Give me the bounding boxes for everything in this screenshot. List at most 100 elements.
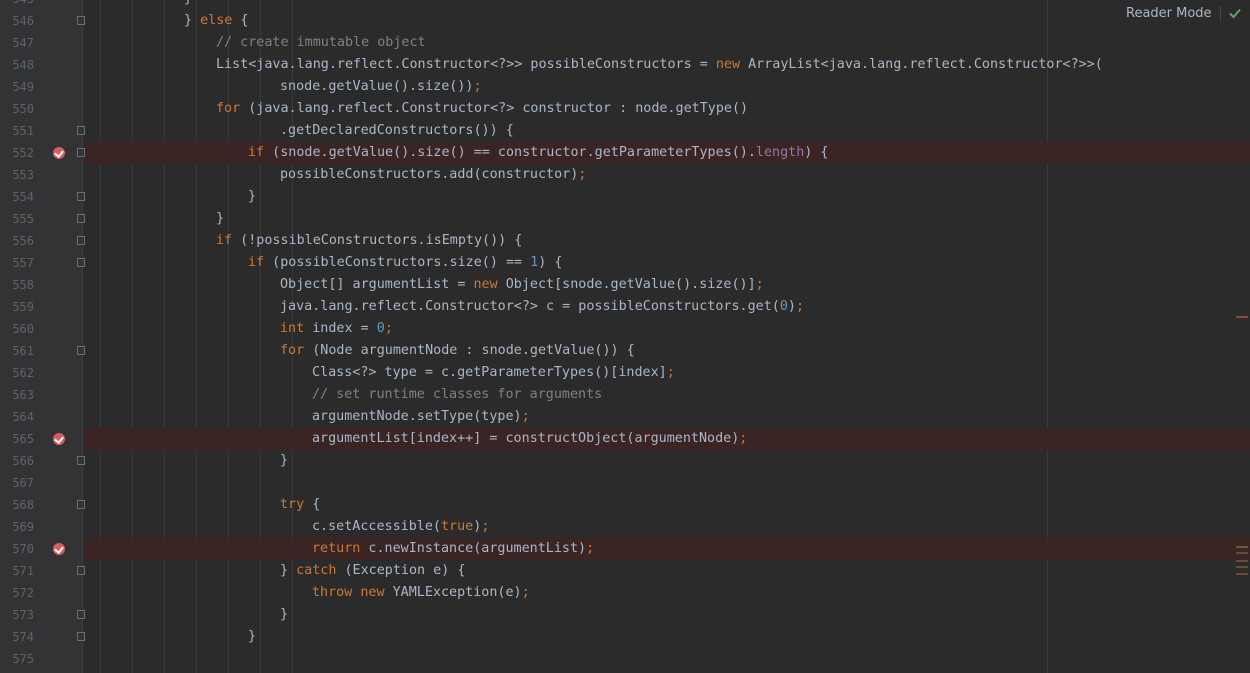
- line-number[interactable]: 564: [0, 406, 34, 428]
- code-line[interactable]: 548 List<java.lang.reflect.Constructor<?>…: [0, 54, 1250, 76]
- line-number[interactable]: 566: [0, 450, 34, 472]
- breakpoint-icon[interactable]: [53, 433, 65, 445]
- code-text[interactable]: throw new YAMLException(e);: [312, 582, 530, 604]
- line-number[interactable]: 573: [0, 604, 34, 626]
- code-line[interactable]: 555}: [0, 208, 1250, 230]
- code-line[interactable]: 566}: [0, 450, 1250, 472]
- code-text[interactable]: try {: [280, 494, 320, 516]
- code-editor[interactable]: 545}546} else {547// create immutable ob…: [0, 0, 1250, 673]
- line-number[interactable]: 567: [0, 472, 34, 494]
- code-line[interactable]: 567: [0, 472, 1250, 494]
- code-text[interactable]: argumentList[index++] = constructObject(…: [312, 428, 747, 450]
- line-number[interactable]: 554: [0, 186, 34, 208]
- code-line[interactable]: 545}: [0, 0, 1250, 10]
- code-line[interactable]: 570 return c.newInstance(argumentList);: [0, 538, 1250, 560]
- line-number[interactable]: 569: [0, 516, 34, 538]
- stripe-mark[interactable]: [1236, 552, 1248, 554]
- code-text[interactable]: possibleConstructors.add(constructor);: [280, 164, 586, 186]
- line-number[interactable]: 549: [0, 76, 34, 98]
- code-text[interactable]: Object[] argumentList = new Object[snode…: [280, 274, 764, 296]
- code-line[interactable]: 550 for (java.lang.reflect.Constructor<?>…: [0, 98, 1250, 120]
- code-line[interactable]: 549 snode.getValue().size());: [0, 76, 1250, 98]
- line-number[interactable]: 546: [0, 10, 34, 32]
- code-text[interactable]: } else {: [184, 10, 249, 32]
- code-line[interactable]: 571 } catch (Exception e) {: [0, 560, 1250, 582]
- code-line[interactable]: 563 // set runtime classes for arguments: [0, 384, 1250, 406]
- code-text[interactable]: }: [184, 0, 192, 10]
- line-number[interactable]: 565: [0, 428, 34, 450]
- line-number[interactable]: 571: [0, 560, 34, 582]
- fold-marker-icon[interactable]: [77, 346, 85, 355]
- code-text[interactable]: }: [280, 604, 288, 626]
- code-line[interactable]: 559 java.lang.reflect.Constructor<?> c = …: [0, 296, 1250, 318]
- line-number[interactable]: 563: [0, 384, 34, 406]
- breakpoint-icon[interactable]: [53, 147, 65, 159]
- line-number[interactable]: 555: [0, 208, 34, 230]
- code-line[interactable]: 546 } else {: [0, 10, 1250, 32]
- line-number[interactable]: 574: [0, 626, 34, 648]
- line-number[interactable]: 575: [0, 648, 34, 670]
- stripe-mark[interactable]: [1236, 560, 1248, 562]
- code-text[interactable]: if (snode.getValue().size() == construct…: [248, 142, 828, 164]
- code-line[interactable]: 572 throw new YAMLException(e);: [0, 582, 1250, 604]
- line-number[interactable]: 550: [0, 98, 34, 120]
- code-line[interactable]: 575: [0, 648, 1250, 670]
- reader-mode-button[interactable]: Reader Mode: [1126, 4, 1212, 24]
- line-number[interactable]: 560: [0, 318, 34, 340]
- line-number[interactable]: 559: [0, 296, 34, 318]
- line-number[interactable]: 562: [0, 362, 34, 384]
- error-stripe[interactable]: [1236, 0, 1250, 673]
- line-number[interactable]: 545: [0, 0, 34, 10]
- code-text[interactable]: // create immutable object: [216, 32, 426, 54]
- code-text[interactable]: }: [248, 626, 256, 648]
- fold-marker-icon[interactable]: [77, 632, 85, 641]
- breakpoint-icon[interactable]: [53, 543, 65, 555]
- line-number[interactable]: 556: [0, 230, 34, 252]
- code-text[interactable]: if (possibleConstructors.size() == 1) {: [248, 252, 562, 274]
- line-number[interactable]: 561: [0, 340, 34, 362]
- code-line[interactable]: 565 argumentList[index++] = constructObje…: [0, 428, 1250, 450]
- code-text[interactable]: Class<?> type = c.getParameterTypes()[in…: [312, 362, 675, 384]
- line-number[interactable]: 548: [0, 54, 34, 76]
- code-text[interactable]: java.lang.reflect.Constructor<?> c = pos…: [280, 296, 804, 318]
- code-text[interactable]: }: [280, 450, 288, 472]
- fold-marker-icon[interactable]: [77, 258, 85, 267]
- code-line[interactable]: 569 c.setAccessible(true);: [0, 516, 1250, 538]
- code-text[interactable]: int index = 0;: [280, 318, 393, 340]
- code-line[interactable]: 552 if (snode.getValue().size() == constr…: [0, 142, 1250, 164]
- line-number[interactable]: 572: [0, 582, 34, 604]
- code-line[interactable]: 558 Object[] argumentList = new Object[sn…: [0, 274, 1250, 296]
- code-line[interactable]: 551 .getDeclaredConstructors()) {: [0, 120, 1250, 142]
- code-text[interactable]: for (java.lang.reflect.Constructor<?> co…: [216, 98, 748, 120]
- code-line[interactable]: 553 possibleConstructors.add(constructor)…: [0, 164, 1250, 186]
- stripe-mark[interactable]: [1236, 316, 1248, 318]
- code-text[interactable]: // set runtime classes for arguments: [312, 384, 602, 406]
- line-number[interactable]: 552: [0, 142, 34, 164]
- fold-marker-icon[interactable]: [77, 214, 85, 223]
- code-text[interactable]: List<java.lang.reflect.Constructor<?>> p…: [216, 54, 1103, 76]
- code-line[interactable]: 557 if (possibleConstructors.size() == 1)…: [0, 252, 1250, 274]
- line-number[interactable]: 570: [0, 538, 34, 560]
- fold-marker-icon[interactable]: [77, 456, 85, 465]
- code-line[interactable]: 547 // create immutable object: [0, 32, 1250, 54]
- code-line[interactable]: 554}: [0, 186, 1250, 208]
- code-line[interactable]: 560 int index = 0;: [0, 318, 1250, 340]
- code-line[interactable]: 556 if (!possibleConstructors.isEmpty()) …: [0, 230, 1250, 252]
- line-number[interactable]: 551: [0, 120, 34, 142]
- code-line[interactable]: 562 Class<?> type = c.getParameterTypes()…: [0, 362, 1250, 384]
- code-text[interactable]: }: [216, 208, 224, 230]
- code-line[interactable]: 568 try {: [0, 494, 1250, 516]
- line-number[interactable]: 558: [0, 274, 34, 296]
- stripe-mark[interactable]: [1236, 546, 1248, 548]
- line-number[interactable]: 557: [0, 252, 34, 274]
- fold-marker-icon[interactable]: [77, 500, 85, 509]
- code-line[interactable]: 574}: [0, 626, 1250, 648]
- line-number[interactable]: 547: [0, 32, 34, 54]
- code-text[interactable]: if (!possibleConstructors.isEmpty()) {: [216, 230, 522, 252]
- code-text[interactable]: argumentNode.setType(type);: [312, 406, 530, 428]
- fold-marker-icon[interactable]: [77, 236, 85, 245]
- code-line[interactable]: 573}: [0, 604, 1250, 626]
- code-text[interactable]: } catch (Exception e) {: [280, 560, 465, 582]
- line-number[interactable]: 553: [0, 164, 34, 186]
- code-line[interactable]: 561 for (Node argumentNode : snode.getVal…: [0, 340, 1250, 362]
